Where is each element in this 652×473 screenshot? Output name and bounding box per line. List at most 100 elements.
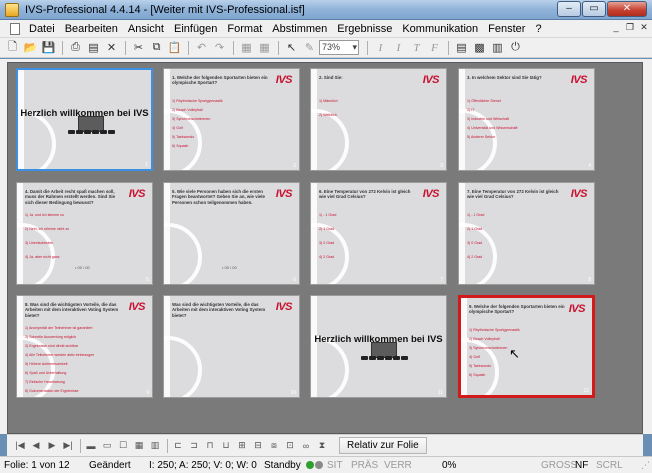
undo-icon[interactable]: ↶: [193, 40, 210, 56]
slide-answer: 4) 2 Grad: [319, 255, 335, 259]
link-icon[interactable]: ∞: [299, 439, 313, 453]
align-top-icon[interactable]: ⊔: [219, 439, 233, 453]
pointer-icon[interactable]: ↖: [283, 40, 300, 56]
slide-corner-decoration: [18, 70, 58, 169]
menu-kommunikation[interactable]: Kommunikation: [397, 23, 483, 35]
menu-datei[interactable]: Datei: [24, 23, 60, 35]
hourglass-icon[interactable]: ⧗: [315, 439, 329, 453]
slide-thumbnail[interactable]: 7. Eine Temperatur von 272 Kelvin ist gl…: [458, 182, 595, 285]
delete-icon[interactable]: ✕: [103, 40, 120, 56]
slide-sorter[interactable]: Herzlich willkommen bei IVS 1 1. Welche de…: [7, 62, 643, 434]
last-slide-icon[interactable]: ▶|: [61, 439, 75, 453]
slide-thumbnail[interactable]: 5. Wie viele Personen haben sich die ers…: [163, 182, 300, 285]
mdi-restore-button[interactable]: ❐: [624, 22, 636, 34]
align-right-icon[interactable]: ⊓: [203, 439, 217, 453]
menu-einfuegen[interactable]: Einfügen: [169, 23, 222, 35]
status-pras: PRÄS: [351, 460, 379, 471]
menu-format[interactable]: Format: [222, 23, 267, 35]
first-slide-icon[interactable]: |◀: [13, 439, 27, 453]
slide-answer: 1) - 1 Grad: [467, 213, 485, 217]
keypad-icon[interactable]: ▤: [453, 40, 470, 56]
menu-ansicht[interactable]: Ansicht: [123, 23, 169, 35]
slide-question: 9. Welche der folgenden Sportarten biete…: [469, 304, 565, 315]
menu-fenster[interactable]: Fenster: [483, 23, 530, 35]
distribute-h-icon[interactable]: ⊞: [235, 439, 249, 453]
cut-icon[interactable]: ✂: [130, 40, 147, 56]
slide-thumbnail[interactable]: 8. Was sind die wichtigsten Vorteile, di…: [16, 295, 153, 398]
slide-answer: 2) Beach Volleyball: [469, 337, 500, 341]
power-icon[interactable]: ⏻: [507, 40, 524, 56]
slide-copy-icon[interactable]: ▦: [238, 40, 255, 56]
save-icon[interactable]: 💾: [40, 40, 57, 56]
slide-answer: 1) Öffentlicher Dienst: [467, 99, 501, 103]
print-icon[interactable]: ⎙: [67, 40, 84, 56]
slide-number: 10: [290, 390, 296, 396]
grid-view-icon[interactable]: ▦: [132, 439, 146, 453]
menu-help[interactable]: ?: [530, 23, 546, 35]
maximize-button[interactable]: ▭: [582, 1, 606, 17]
copy-icon[interactable]: ⧉: [148, 40, 165, 56]
document-icon[interactable]: [10, 22, 20, 35]
close-button[interactable]: ✕: [607, 1, 647, 17]
prev-slide-icon[interactable]: ◀: [29, 439, 43, 453]
status-gross: GROSS: [541, 460, 578, 471]
menu-abstimmen[interactable]: Abstimmen: [267, 23, 332, 35]
italic-t-icon[interactable]: T: [408, 40, 425, 56]
relativ-zur-folie-button[interactable]: Relativ zur Folie: [339, 437, 427, 454]
paste-icon[interactable]: 📋: [166, 40, 183, 56]
ivs-logo: IVS: [570, 74, 588, 86]
slide-answer: 3) Industrie und Wirtschaft: [467, 117, 509, 121]
slide-thumbnail[interactable]: 2. Sind Sie: IVS 1) Männlich 2) Weiblich 3: [310, 68, 447, 171]
align-left-icon[interactable]: ⊏: [171, 439, 185, 453]
menu-bearbeiten[interactable]: Bearbeiten: [60, 23, 123, 35]
slide-thumbnail[interactable]: 1. Welche der folgenden Sportarten biete…: [163, 68, 300, 171]
slide-thumbnail[interactable]: 9. Welche der folgenden Sportarten biete…: [458, 295, 595, 398]
slide-answer: 2) 1 Grad: [319, 227, 335, 231]
green-light-icon: [306, 461, 314, 470]
slide-thumbnail[interactable]: Herzlich willkommen bei IVS 11: [310, 295, 447, 398]
italic-f-icon[interactable]: F: [426, 40, 443, 56]
normal-view-icon[interactable]: ▬: [84, 439, 98, 453]
pen-icon[interactable]: ✎: [301, 40, 318, 56]
slide-thumbnail[interactable]: 4. Damit die Arbeit recht spaß machen so…: [16, 182, 153, 285]
app-icon[interactable]: [5, 2, 19, 17]
next-slide-icon[interactable]: ▶: [45, 439, 59, 453]
slide-answer: 6) Squash: [469, 373, 486, 377]
nav-separator: [80, 438, 81, 453]
slide-paste-icon[interactable]: ▦: [256, 40, 273, 56]
slide-answer: 5) Taekwondo: [172, 135, 195, 139]
mdi-minimize-button[interactable]: _: [610, 22, 622, 34]
group-icon[interactable]: ⊡: [283, 439, 297, 453]
slide-answer: 3) Unentschieden: [25, 241, 54, 245]
open-icon[interactable]: 📂: [22, 40, 39, 56]
sorter-view-icon[interactable]: ▭: [100, 439, 114, 453]
slide-question: 7. Eine Temperatur von 272 Kelvin ist gl…: [467, 189, 559, 200]
properties-icon[interactable]: ▤: [85, 40, 102, 56]
outline-view-icon[interactable]: ☐: [116, 439, 130, 453]
same-size-icon[interactable]: ⧈: [267, 439, 281, 453]
slide-answer: 2) Weiblich: [319, 113, 337, 117]
zoom-select[interactable]: 73%: [319, 40, 359, 55]
italic-i-icon[interactable]: I: [372, 40, 389, 56]
menu-ergebnisse[interactable]: Ergebnisse: [332, 23, 397, 35]
slide-answer: 5) Taekwondo: [469, 364, 492, 368]
slide-thumbnail[interactable]: 3. In welchem Sektor sind Sie tätig? IVS 1…: [458, 68, 595, 171]
slide-answer: 4) Alle Teilnehmer werden aktiv einbezog…: [25, 353, 95, 357]
distribute-v-icon[interactable]: ⊟: [251, 439, 265, 453]
title-bar[interactable]: IVS-Professional 4.4.14 - [Weiter mit IV…: [0, 0, 652, 20]
results-view-icon[interactable]: ▥: [148, 439, 162, 453]
results-chart-icon[interactable]: ▥: [489, 40, 506, 56]
resize-grip-icon[interactable]: ⋰: [641, 460, 650, 471]
ivs-logo: IVS: [128, 301, 146, 313]
mdi-close-button[interactable]: ✕: [638, 22, 650, 34]
new-icon[interactable]: 🗋: [4, 40, 21, 56]
slide-thumbnail[interactable]: Herzlich willkommen bei IVS 1: [16, 68, 153, 171]
network-icon[interactable]: ▩: [471, 40, 488, 56]
minimize-button[interactable]: –: [557, 1, 581, 17]
slide-thumbnail[interactable]: 6. Eine Temperatur von 272 Kelvin ist gl…: [310, 182, 447, 285]
italic-i-icon[interactable]: I: [390, 40, 407, 56]
redo-icon[interactable]: ↷: [211, 40, 228, 56]
align-center-icon[interactable]: ⊐: [187, 439, 201, 453]
ivs-logo: IVS: [275, 301, 293, 313]
slide-thumbnail[interactable]: Was sind die wichtigsten Vorteile, die d…: [163, 295, 300, 398]
